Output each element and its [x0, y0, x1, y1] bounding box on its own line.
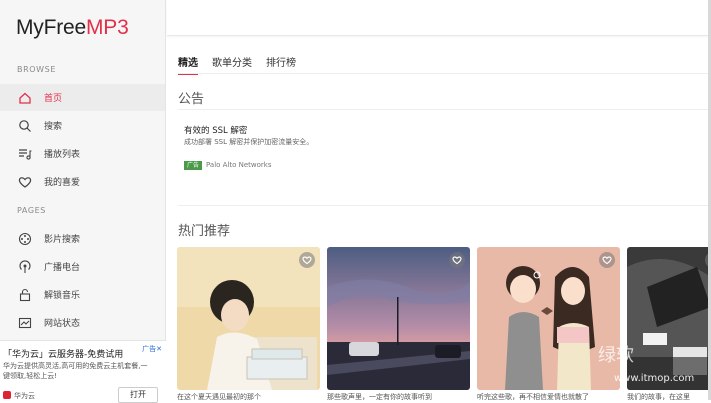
lock-icon [18, 288, 32, 302]
playlist-card-1[interactable] [177, 247, 320, 390]
sidebar-item-radio[interactable]: 广播电台 [0, 253, 165, 280]
playlist-card-2[interactable] [327, 247, 470, 390]
notice-title: 公告 [178, 92, 205, 107]
playlist-icon [18, 147, 32, 161]
search-icon [18, 119, 32, 133]
heart-icon [18, 175, 32, 189]
tab-featured[interactable]: 精选 [178, 54, 198, 75]
browse-section-title: BROWSE [17, 65, 56, 74]
film-reel-icon [18, 232, 32, 246]
notice-ad-description: 成功部署 SSL 解密并保护加密流量安全。 [184, 138, 314, 146]
home-icon [18, 91, 32, 105]
status-icon [18, 316, 32, 330]
playlist-cover-2 [327, 247, 470, 390]
pages-section-title: PAGES [17, 206, 46, 215]
sidebar-item-unlock-music[interactable]: 解锁音乐 [0, 281, 165, 308]
sidebar-item-favorites[interactable]: 我的喜爱 [0, 168, 165, 195]
huawei-logo-icon [3, 391, 11, 399]
notice-ad-tag: 广告 [184, 161, 202, 170]
sidebar-item-movie-search[interactable]: 影片搜索 [0, 225, 165, 252]
favorite-icon[interactable] [299, 252, 315, 268]
tab-divider [178, 73, 711, 74]
radio-icon [18, 259, 32, 274]
sidebar-item-home[interactable]: 首页 [0, 84, 165, 111]
top-bar [167, 0, 711, 36]
hot-recommend-title: 热门推荐 [178, 224, 231, 239]
tab-bar: 精选 歌单分类 排行榜 [178, 54, 310, 75]
sidebar-item-site-status[interactable]: 网站状态 [0, 309, 165, 336]
sidebar-item-playlist[interactable]: 播放列表 [0, 140, 165, 167]
playlist-caption-2[interactable]: 那些歌声里，一定有你的故事听到 [327, 392, 467, 402]
app-logo[interactable]: MyFreeMP3 [16, 16, 129, 40]
playlist-caption-3[interactable]: 听完这些歌，再不相信爱情也就散了 [477, 392, 617, 402]
sidebar: MyFreeMP3 BROWSE 首页 搜索 播放列表 我的喜爱 PAGES 影… [0, 0, 166, 403]
sidebar-item-search[interactable]: 搜索 [0, 112, 165, 139]
tab-playlist-categories[interactable]: 歌单分类 [212, 54, 252, 75]
playlist-cover-3 [477, 247, 620, 390]
watermark-url: www.itmop.com [614, 373, 695, 384]
ad-open-button[interactable]: 打开 [118, 387, 158, 403]
notice-ad-title[interactable]: 有效的 SSL 解密 [184, 124, 247, 136]
ad-description: 华为云提供高灵活,高可用的免费云主机套餐,一键领取,轻松上云! [3, 362, 148, 380]
ad-close-tag[interactable]: 广告✕ [142, 344, 162, 354]
playlist-card-3[interactable] [477, 247, 620, 390]
playlist-cover-1 [177, 247, 320, 390]
favorite-icon[interactable] [449, 252, 465, 268]
playlist-card-4[interactable] [627, 247, 711, 390]
watermark: 绿软 [598, 345, 634, 366]
notice-divider [178, 109, 711, 110]
favorite-icon[interactable] [599, 252, 615, 268]
playlist-caption-1[interactable]: 在这个夏天遇见最初的那个 [177, 392, 317, 402]
playlist-caption-4[interactable]: 我们的故事，在这里 [627, 392, 707, 402]
ad-title[interactable]: 「华为云」云服务器-免费试用 [3, 347, 123, 360]
tab-charts[interactable]: 排行榜 [266, 54, 296, 75]
notice-ad-source[interactable]: Palo Alto Networks [206, 161, 272, 170]
section-divider [178, 205, 711, 206]
playlist-cover-4 [627, 247, 711, 390]
